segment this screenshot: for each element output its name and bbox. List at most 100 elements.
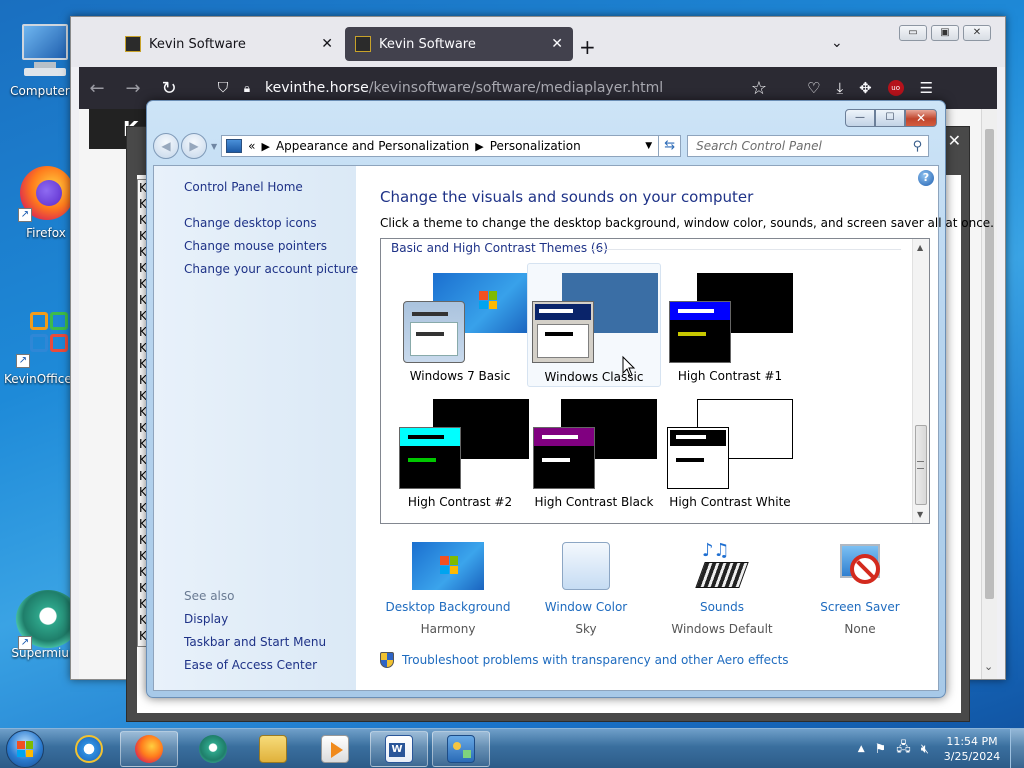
tab-close-icon[interactable]: ✕ <box>321 36 333 52</box>
refresh-icon[interactable]: ⇆ <box>659 135 682 157</box>
close-button[interactable]: ✕ <box>963 25 991 41</box>
taskbar-control-panel[interactable] <box>432 731 490 767</box>
theme-high-contrast-black[interactable]: High Contrast Black <box>527 389 661 513</box>
address-bar[interactable]: « ▶ Appearance and Personalization ▶ Per… <box>221 135 660 157</box>
show-desktop-button[interactable] <box>1010 729 1024 768</box>
search-input[interactable]: Search Control Panel ⚲ <box>687 135 930 157</box>
search-icon[interactable]: ⚲ <box>913 139 923 154</box>
taskbar-explorer[interactable] <box>244 731 302 767</box>
close-button[interactable]: ✕ <box>905 109 937 127</box>
setting-title: Window Color <box>544 600 628 614</box>
theme-list[interactable]: Basic and High Contrast Themes (6) Windo… <box>380 238 930 524</box>
troubleshoot-aero-link[interactable]: Troubleshoot problems with transparency … <box>380 652 789 668</box>
bookmark-star-icon[interactable]: ☆ <box>751 78 767 99</box>
theme-high-contrast-white[interactable]: High Contrast White <box>663 389 797 513</box>
tab-close-icon[interactable]: ✕ <box>551 36 563 52</box>
notification-area: ▲ ⚑ 🖧︎ 🔇︎ 11:54 PM 3/25/2024 <box>853 729 1024 768</box>
ease-of-access-link[interactable]: Ease of Access Center <box>184 658 317 672</box>
theme-label: Windows 7 Basic <box>409 369 511 383</box>
minimize-button[interactable]: — <box>845 109 875 127</box>
theme-high-contrast-1[interactable]: High Contrast #1 <box>663 263 797 387</box>
theme-group-title[interactable]: Basic and High Contrast Themes (6) <box>391 241 608 255</box>
toolbar-extensions: ♡ ⤓ ✥ uo ☰ <box>807 79 933 97</box>
scroll-up-icon[interactable]: ▲ <box>917 243 923 252</box>
extensions-icon[interactable]: ✥ <box>859 79 872 97</box>
maximize-button[interactable]: ▣ <box>931 25 959 41</box>
supermium-icon <box>199 735 227 763</box>
taskbar-firefox[interactable] <box>120 731 178 767</box>
mediaplayer-close-button[interactable]: ✕ <box>948 131 961 150</box>
downloads-icon[interactable]: ⤓ <box>836 79 843 97</box>
change-mouse-pointers-link[interactable]: Change mouse pointers <box>184 239 327 253</box>
theme-label: High Contrast #2 <box>407 495 513 509</box>
word-document-icon: W <box>385 735 413 763</box>
lock-icon[interactable]: 🔒︎ <box>235 81 259 96</box>
breadcrumb-appearance[interactable]: Appearance and Personalization <box>276 139 469 153</box>
theme-high-contrast-2[interactable]: High Contrast #2 <box>393 389 529 513</box>
network-icon[interactable]: 🖧︎ <box>896 738 911 760</box>
control-panel-icon <box>447 735 475 763</box>
theme-windows-classic[interactable]: Windows Classic <box>527 263 661 387</box>
screen-saver-icon <box>836 542 884 590</box>
system-clock[interactable]: 11:54 PM 3/25/2024 <box>934 734 1010 764</box>
sounds-button[interactable]: ♪♫ Sounds Windows Default <box>654 542 790 637</box>
taskbar-media-player[interactable] <box>306 731 364 767</box>
scroll-down-icon[interactable]: ⌄ <box>984 660 993 673</box>
media-player-icon <box>321 735 349 763</box>
setting-title: Desktop Background <box>385 600 511 614</box>
page-scrollbar[interactable]: ⌄ <box>981 109 997 679</box>
breadcrumb-personalization[interactable]: Personalization <box>490 139 581 153</box>
screen-saver-button[interactable]: Screen Saver None <box>792 542 928 636</box>
desktop-background-button[interactable]: Desktop Background Harmony <box>380 542 516 636</box>
tab-bar: Kevin Software ✕ Kevin Software ✕ + ⌄ ▭ … <box>71 17 1005 67</box>
breadcrumb-overflow[interactable]: « <box>248 139 255 153</box>
taskbar: W ▲ ⚑ 🖧︎ 🔇︎ 11:54 PM 3/25/2024 <box>0 728 1024 768</box>
computer-icon <box>10 20 70 80</box>
change-account-picture-link[interactable]: Change your account picture <box>184 262 358 276</box>
forward-arrow-icon[interactable]: → <box>115 78 151 99</box>
taskbar-start-menu-link[interactable]: Taskbar and Start Menu <box>184 635 326 649</box>
window-color-button[interactable]: Window Color Sky <box>518 542 654 636</box>
url-host: kevinthe.horse <box>265 80 369 96</box>
breadcrumb-separator-icon[interactable]: ▶ <box>262 140 270 153</box>
recent-pages-dropdown-icon[interactable]: ▼ <box>211 142 217 151</box>
site-favicon <box>355 36 371 52</box>
new-tab-button[interactable]: + <box>579 35 596 59</box>
scrollbar-thumb[interactable] <box>985 129 994 599</box>
minimize-button[interactable]: ▭ <box>899 25 927 41</box>
volume-muted-icon[interactable]: 🔇︎ <box>921 742 929 757</box>
display-link[interactable]: Display <box>184 612 228 626</box>
tracking-shield-icon[interactable]: ⛉ <box>211 80 235 96</box>
breadcrumb-separator-icon[interactable]: ▶ <box>475 140 483 153</box>
tab-kevin-software-1[interactable]: Kevin Software ✕ <box>115 27 343 61</box>
reload-icon[interactable]: ↻ <box>151 78 187 99</box>
ublock-origin-icon[interactable]: uo <box>887 80 904 96</box>
theme-window-preview <box>399 427 461 489</box>
back-arrow-icon[interactable]: ← <box>79 78 115 99</box>
tray-expand-icon[interactable]: ▲ <box>858 744 865 754</box>
change-desktop-icons-link[interactable]: Change desktop icons <box>184 216 317 230</box>
start-button[interactable] <box>6 730 44 768</box>
desktop-icon-computer[interactable]: Computer <box>0 20 80 98</box>
maximize-button[interactable]: ☐ <box>875 109 905 127</box>
internet-explorer-icon <box>75 735 103 763</box>
forward-button[interactable]: ▶ <box>181 133 207 159</box>
site-favicon <box>125 36 141 52</box>
theme-list-scrollbar[interactable]: ▲ ▼ <box>912 239 929 523</box>
scroll-down-icon[interactable]: ▼ <box>917 510 923 519</box>
taskbar-supermium[interactable] <box>184 731 242 767</box>
taskbar-kevinoffice-writer[interactable]: W <box>370 731 428 767</box>
theme-label: High Contrast White <box>669 495 791 509</box>
list-all-tabs-button[interactable]: ⌄ <box>831 35 843 51</box>
firefox-icon <box>135 735 163 763</box>
taskbar-internet-explorer[interactable] <box>60 731 118 767</box>
address-dropdown-icon[interactable]: ▼ <box>645 141 652 151</box>
tab-kevin-software-2[interactable]: Kevin Software ✕ <box>345 27 573 61</box>
back-button[interactable]: ◀ <box>153 133 179 159</box>
theme-windows-7-basic[interactable]: Windows 7 Basic <box>393 263 529 387</box>
pocket-icon[interactable]: ♡ <box>807 79 820 97</box>
control-panel-home-link[interactable]: Control Panel Home <box>184 180 303 194</box>
action-center-flag-icon[interactable]: ⚑ <box>875 742 887 757</box>
help-icon[interactable]: ? <box>918 170 934 186</box>
menu-hamburger-icon[interactable]: ☰ <box>920 79 933 97</box>
